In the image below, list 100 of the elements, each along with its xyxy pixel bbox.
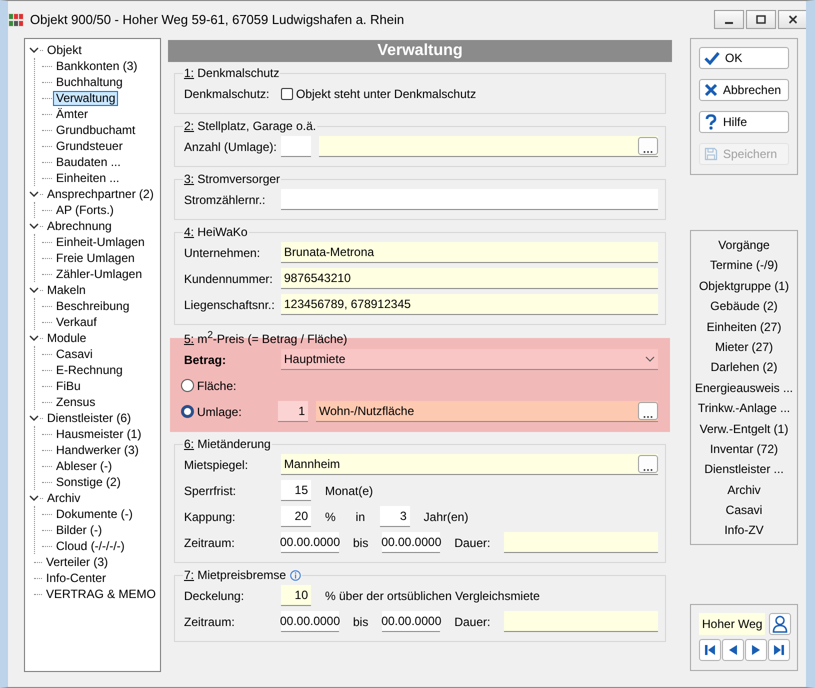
tree-item[interactable]: Ableser (-)	[53, 458, 116, 474]
tree-item[interactable]: Verteiler (3)	[43, 554, 112, 570]
radio-button[interactable]	[181, 405, 194, 418]
action-button[interactable]: Hilfe	[699, 111, 789, 133]
lookup-field[interactable]: Wohn-/Nutzfläche	[316, 401, 658, 422]
chevron-icon[interactable]	[29, 334, 39, 342]
navigation-button[interactable]	[745, 639, 767, 661]
next-icon	[750, 644, 762, 656]
tree-item[interactable]: Bankkonten (3)	[53, 58, 140, 74]
side-link[interactable]: Vorgänge	[718, 237, 770, 253]
number-field[interactable]	[281, 136, 311, 157]
tree-item[interactable]: Einheit-Umlagen	[53, 234, 148, 250]
tree-item[interactable]: Zensus	[53, 394, 98, 410]
tree-item[interactable]: Freie Umlagen	[53, 250, 138, 266]
tree-item[interactable]: Abrechnung	[44, 218, 115, 234]
input-field[interactable]	[504, 532, 658, 553]
input-field[interactable]: 123456789, 678912345	[281, 294, 658, 315]
tree-item[interactable]: Objekt	[44, 42, 85, 58]
tree-item[interactable]: FiBu	[53, 378, 84, 394]
action-button[interactable]: OK	[699, 47, 789, 69]
side-link[interactable]: Objektgruppe (1)	[698, 278, 790, 294]
contact-button[interactable]	[769, 613, 791, 635]
checkbox[interactable]	[281, 88, 293, 100]
tree-item[interactable]: Verkauf	[53, 314, 100, 330]
tree-item[interactable]: Bilder (-)	[53, 522, 106, 538]
side-link[interactable]: Dienstleister ...	[704, 461, 784, 478]
number-field[interactable]: 20	[281, 506, 311, 527]
side-link[interactable]: Trinkw.-Anlage ...	[698, 400, 790, 416]
side-link[interactable]: Energieausweis ...	[694, 380, 794, 396]
date-field[interactable]: 00.00.0000	[382, 532, 440, 553]
input-field[interactable]: 9876543210	[281, 268, 658, 289]
number-field[interactable]: 15	[281, 480, 311, 501]
tree-item[interactable]: Beschreibung	[53, 298, 132, 314]
radio-label[interactable]: Umlage:	[197, 404, 242, 418]
number-field[interactable]: 3	[380, 506, 410, 527]
checkbox-label[interactable]: Objekt steht unter Denkmalschutz	[296, 86, 476, 100]
radio-label[interactable]: Fläche:	[197, 378, 236, 392]
chevron-icon[interactable]	[29, 286, 39, 294]
side-link[interactable]: Termine (-/9)	[710, 257, 778, 274]
browse-button[interactable]	[638, 455, 658, 473]
side-link[interactable]: Archiv	[727, 482, 761, 498]
tree-item[interactable]: Sonstige (2)	[53, 474, 124, 490]
navigation-button[interactable]	[699, 639, 721, 661]
input-field[interactable]	[281, 189, 658, 210]
navigation-button[interactable]	[768, 639, 790, 661]
tree-item[interactable]: Buchhaltung	[53, 74, 126, 90]
tree-item[interactable]: Zähler-Umlagen	[53, 266, 146, 282]
date-field[interactable]: 00.00.0000	[382, 611, 440, 632]
tree-item[interactable]: E-Rechnung	[53, 362, 126, 378]
tree-item[interactable]: Cloud (-/-/-/-)	[53, 538, 128, 554]
input-field[interactable]	[504, 611, 658, 632]
tree-item[interactable]: Makeln	[44, 282, 89, 298]
tree-item[interactable]: Hausmeister (1)	[53, 426, 144, 442]
record-field[interactable]: Hoher Weg	[699, 613, 765, 635]
browse-button[interactable]	[638, 137, 658, 155]
tree-item[interactable]: Grundbuchamt	[53, 122, 138, 138]
chevron-icon[interactable]	[29, 494, 39, 502]
tree-item[interactable]: Casavi	[53, 346, 96, 362]
action-button[interactable]: Abbrechen	[699, 79, 789, 101]
chevron-icon[interactable]	[29, 222, 39, 230]
radio-button[interactable]	[181, 379, 194, 392]
tree-item[interactable]: Baudaten ...	[53, 154, 124, 170]
tree-item[interactable]: Handwerker (3)	[53, 442, 142, 458]
browse-button[interactable]	[638, 402, 658, 420]
tree-item[interactable]: Info-Center	[43, 570, 110, 586]
side-link[interactable]: Gebäude (2)	[710, 298, 778, 314]
date-field[interactable]: 00.00.0000	[281, 532, 339, 553]
date-field[interactable]: 00.00.0000	[281, 611, 339, 632]
chevron-icon[interactable]	[29, 46, 39, 54]
number-field[interactable]: 10	[281, 585, 311, 606]
tree-item[interactable]: Module	[44, 330, 90, 346]
tree-item[interactable]: Ämter	[53, 106, 92, 122]
tree-item[interactable]: Einheiten ...	[53, 170, 122, 186]
lookup-field[interactable]: Mannheim	[281, 454, 658, 475]
chevron-icon[interactable]	[29, 190, 39, 198]
side-link[interactable]: Inventar (72)	[710, 440, 778, 457]
side-link[interactable]: Verw.-Entgelt (1)	[700, 420, 788, 437]
side-link[interactable]: Darlehen (2)	[710, 359, 778, 376]
number-field[interactable]: 1	[278, 401, 308, 422]
tree-item[interactable]: Grundsteuer	[53, 138, 126, 154]
close-button[interactable]	[778, 10, 806, 29]
maximize-button[interactable]	[746, 10, 776, 29]
tree-item[interactable]: Ansprechpartner (2)	[44, 186, 157, 202]
dropdown[interactable]: Hauptmiete	[281, 349, 658, 370]
tree-item[interactable]: AP (Forts.)	[53, 202, 117, 218]
tree-item[interactable]: Archiv	[44, 490, 84, 506]
chevron-icon[interactable]	[29, 414, 39, 422]
tree-item[interactable]: Verwaltung	[53, 90, 118, 106]
tree-item[interactable]: VERTRAG & MEMO	[43, 586, 159, 602]
tree-item[interactable]: Dienstleister (6)	[44, 410, 134, 426]
side-link[interactable]: Mieter (27)	[714, 338, 773, 355]
tree-item[interactable]: Dokumente (-)	[53, 506, 136, 522]
minimize-button[interactable]	[714, 10, 744, 29]
input-field[interactable]: Brunata-Metrona	[281, 242, 658, 263]
side-link[interactable]: Einheiten (27)	[706, 318, 782, 335]
navigation-button[interactable]	[722, 639, 744, 661]
side-link[interactable]: Casavi	[726, 502, 762, 518]
info-icon[interactable]	[290, 570, 302, 580]
lookup-field[interactable]	[319, 136, 658, 157]
side-link[interactable]: Info-ZV	[724, 522, 764, 538]
